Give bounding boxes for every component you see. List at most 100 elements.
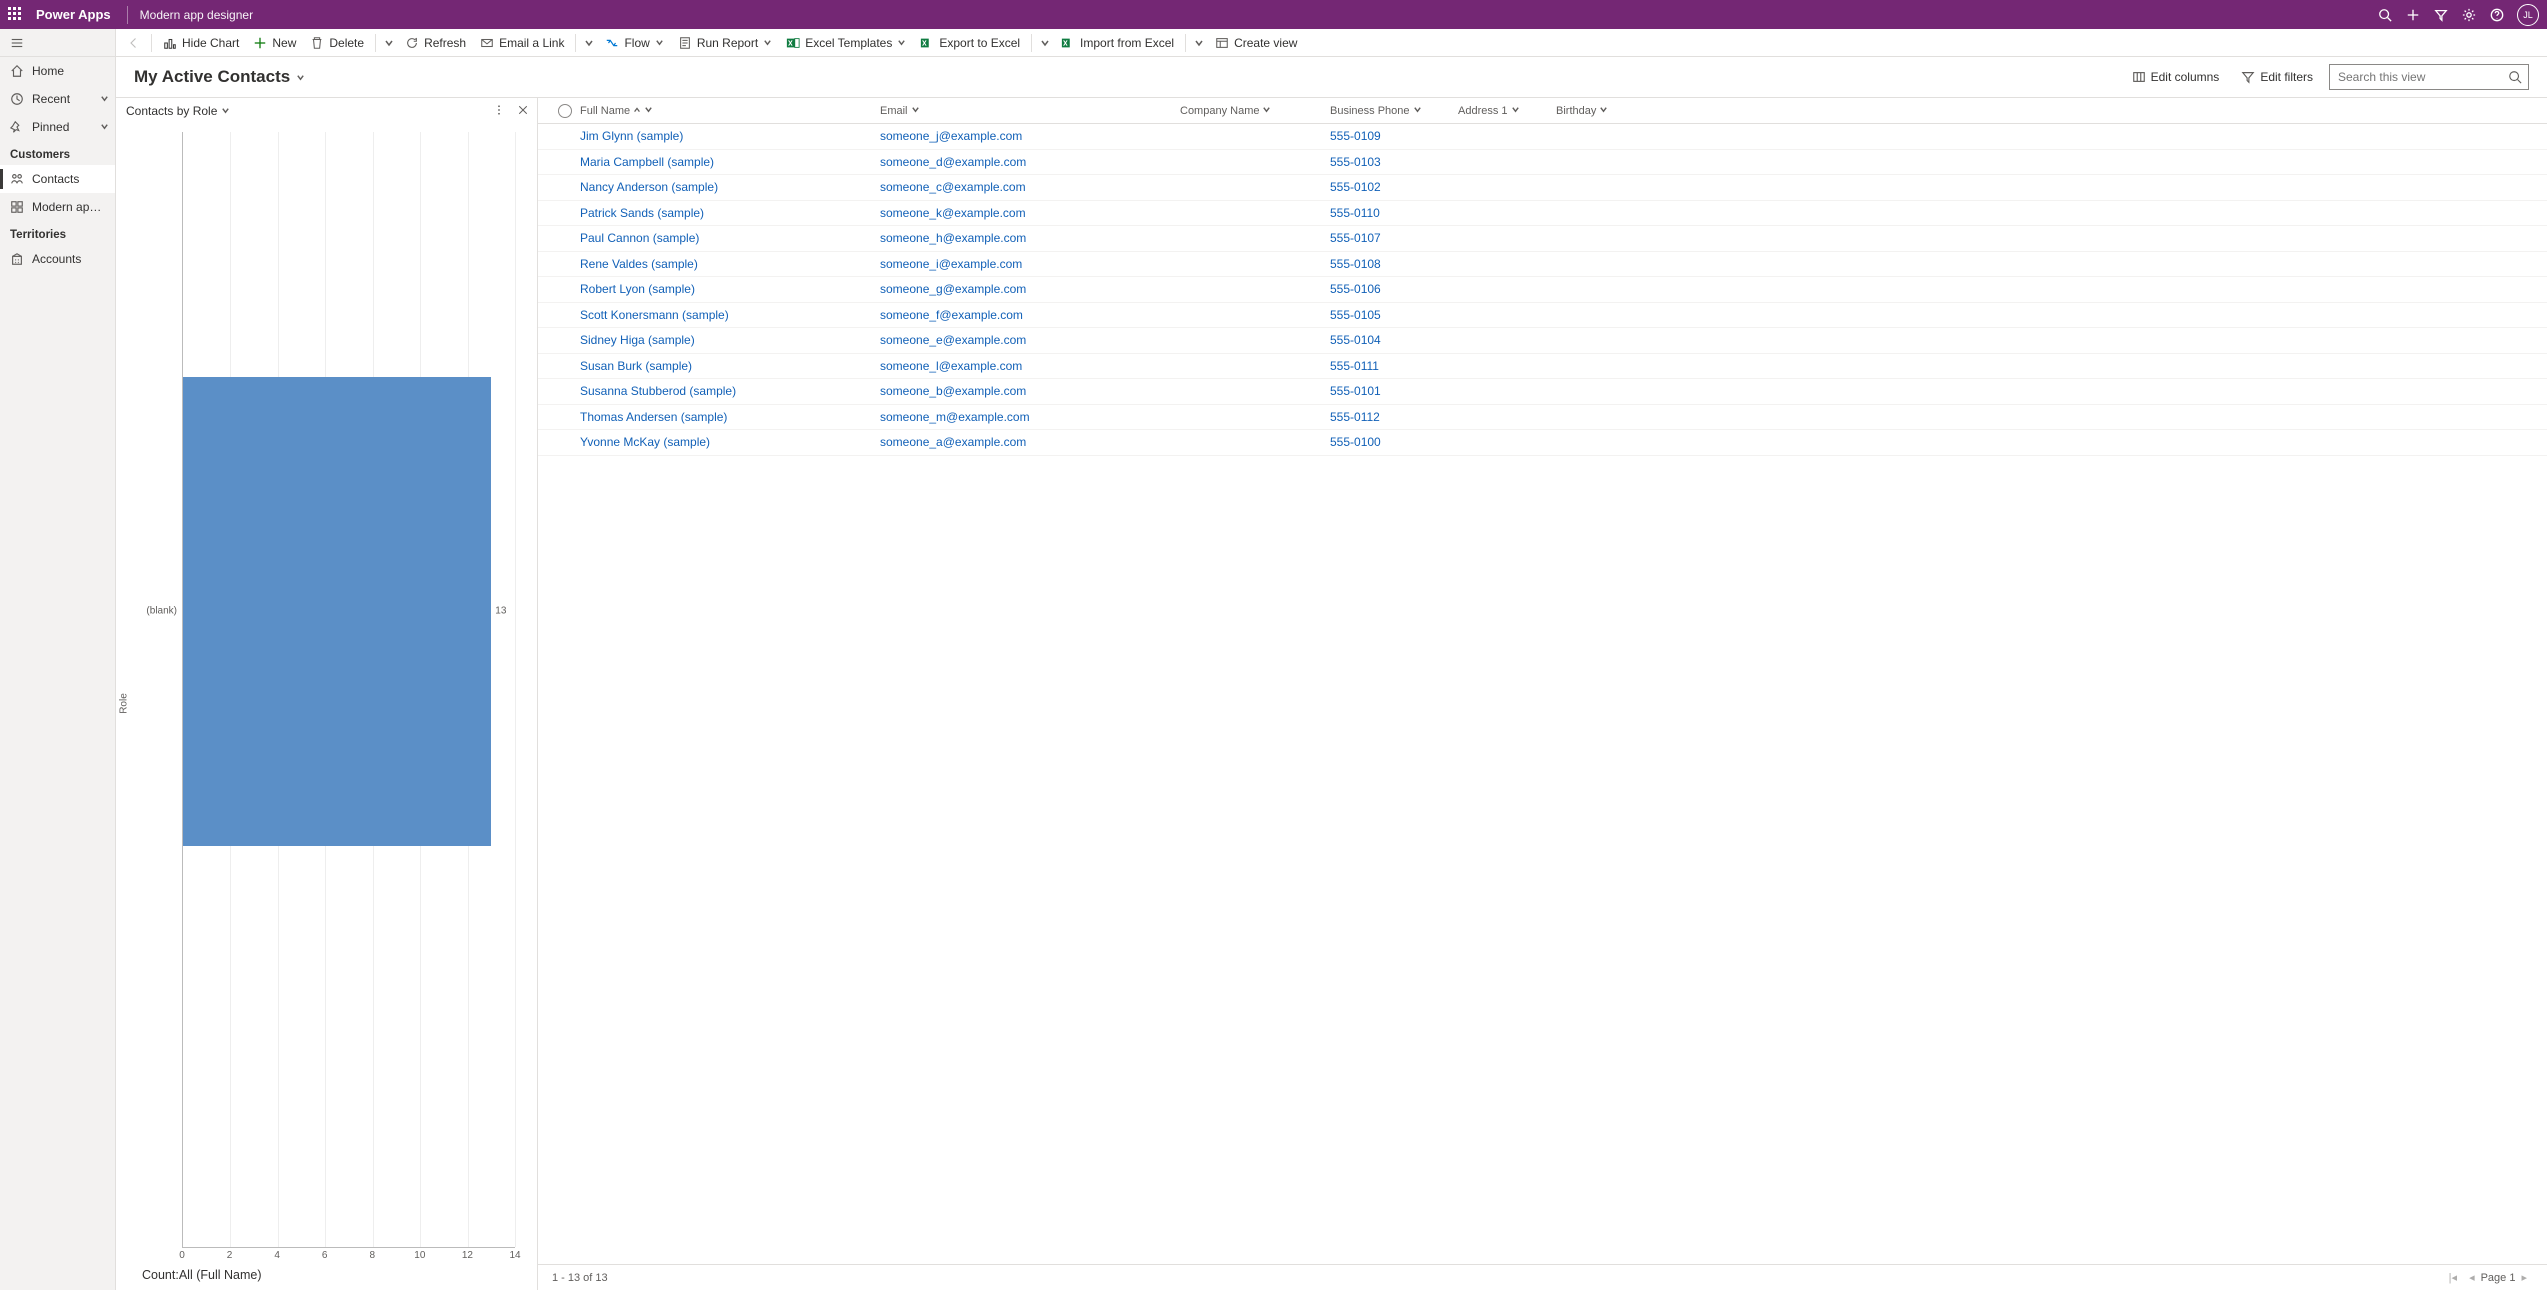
column-header-phone[interactable]: Business Phone	[1330, 105, 1458, 117]
view-title-dropdown[interactable]: My Active Contacts	[134, 67, 305, 87]
cmd-run-report[interactable]: Run Report	[672, 31, 778, 55]
nav-accounts[interactable]: Accounts	[0, 245, 115, 273]
table-row[interactable]: Robert Lyon (sample) someone_g@example.co…	[538, 277, 2547, 303]
column-header-company[interactable]: Company Name	[1180, 105, 1330, 117]
chart-title-dropdown[interactable]: Contacts by Role	[126, 104, 230, 118]
search-icon[interactable]	[2508, 70, 2522, 84]
cell-name[interactable]: Susan Burk (sample)	[580, 359, 692, 373]
select-all[interactable]	[550, 104, 580, 118]
cell-email[interactable]: someone_b@example.com	[880, 384, 1026, 398]
cell-name[interactable]: Jim Glynn (sample)	[580, 129, 683, 143]
cell-phone[interactable]: 555-0100	[1330, 435, 1381, 449]
cmd-delete-dropdown[interactable]	[381, 38, 397, 48]
cell-phone[interactable]: 555-0107	[1330, 231, 1381, 245]
table-row[interactable]: Scott Konersmann (sample) someone_f@examp…	[538, 303, 2547, 329]
cell-email[interactable]: someone_c@example.com	[880, 180, 1026, 194]
table-row[interactable]: Jim Glynn (sample) someone_j@example.com 5…	[538, 124, 2547, 150]
cell-phone[interactable]: 555-0106	[1330, 282, 1381, 296]
chart-more-button[interactable]	[493, 104, 505, 119]
cmd-export-dropdown[interactable]	[1037, 38, 1053, 48]
cmd-email-dropdown[interactable]	[581, 38, 597, 48]
table-row[interactable]: Susanna Stubberod (sample) someone_b@exam…	[538, 379, 2547, 405]
nav-recent[interactable]: Recent	[0, 85, 115, 113]
search-input[interactable]	[2338, 70, 2508, 84]
cell-name[interactable]: Susanna Stubberod (sample)	[580, 384, 736, 398]
cell-name[interactable]: Patrick Sands (sample)	[580, 206, 704, 220]
cell-phone[interactable]: 555-0110	[1330, 206, 1380, 220]
cell-name[interactable]: Paul Cannon (sample)	[580, 231, 699, 245]
column-header-birthday[interactable]: Birthday	[1556, 105, 1646, 117]
edit-filters-button[interactable]: Edit filters	[2235, 66, 2319, 88]
app-launcher-icon[interactable]	[8, 7, 24, 23]
cell-email[interactable]: someone_g@example.com	[880, 282, 1026, 296]
cell-email[interactable]: someone_e@example.com	[880, 333, 1026, 347]
table-row[interactable]: Patrick Sands (sample) someone_k@example.…	[538, 201, 2547, 227]
cell-name[interactable]: Scott Konersmann (sample)	[580, 308, 729, 322]
cell-email[interactable]: someone_m@example.com	[880, 410, 1030, 424]
table-row[interactable]: Nancy Anderson (sample) someone_c@example…	[538, 175, 2547, 201]
table-row[interactable]: Susan Burk (sample) someone_l@example.com…	[538, 354, 2547, 380]
cell-email[interactable]: someone_d@example.com	[880, 155, 1026, 169]
table-row[interactable]: Yvonne McKay (sample) someone_a@example.c…	[538, 430, 2547, 456]
cell-name[interactable]: Maria Campbell (sample)	[580, 155, 714, 169]
cell-name[interactable]: Robert Lyon (sample)	[580, 282, 695, 296]
cmd-refresh[interactable]: Refresh	[399, 31, 472, 55]
cell-name[interactable]: Nancy Anderson (sample)	[580, 180, 718, 194]
next-page-button[interactable]: ▸	[2521, 1271, 2527, 1284]
table-row[interactable]: Thomas Andersen (sample) someone_m@exampl…	[538, 405, 2547, 431]
column-header-address[interactable]: Address 1	[1458, 105, 1556, 117]
nav-collapse-button[interactable]	[0, 29, 115, 57]
cmd-import-excel[interactable]: Import from Excel	[1055, 31, 1180, 55]
cell-email[interactable]: someone_l@example.com	[880, 359, 1022, 373]
cell-phone[interactable]: 555-0109	[1330, 129, 1381, 143]
first-page-button[interactable]: |◂	[2449, 1271, 2457, 1284]
chart-bar[interactable]: (blank)13	[183, 377, 491, 845]
cell-name[interactable]: Thomas Andersen (sample)	[580, 410, 727, 424]
cmd-excel-templates[interactable]: Excel Templates	[780, 31, 912, 55]
cmd-flow[interactable]: Flow	[599, 31, 669, 55]
cell-phone[interactable]: 555-0102	[1330, 180, 1381, 194]
nav-home[interactable]: Home	[0, 57, 115, 85]
filter-icon[interactable]	[2427, 0, 2455, 29]
search-input-wrapper[interactable]	[2329, 64, 2529, 90]
cell-phone[interactable]: 555-0103	[1330, 155, 1381, 169]
cell-email[interactable]: someone_j@example.com	[880, 129, 1022, 143]
cell-phone[interactable]: 555-0104	[1330, 333, 1381, 347]
column-header-email[interactable]: Email	[880, 105, 1180, 117]
chart-close-button[interactable]	[517, 104, 529, 119]
search-icon[interactable]	[2371, 0, 2399, 29]
cell-email[interactable]: someone_k@example.com	[880, 206, 1026, 220]
nav-pinned[interactable]: Pinned	[0, 113, 115, 141]
cell-name[interactable]: Sidney Higa (sample)	[580, 333, 695, 347]
nav-modern-app[interactable]: Modern app designe...	[0, 193, 115, 221]
cmd-email-link[interactable]: Email a Link	[474, 31, 570, 55]
cell-name[interactable]: Yvonne McKay (sample)	[580, 435, 710, 449]
cmd-create-view[interactable]: Create view	[1209, 31, 1303, 55]
user-avatar[interactable]: JL	[2517, 4, 2539, 26]
table-row[interactable]: Paul Cannon (sample) someone_h@example.co…	[538, 226, 2547, 252]
table-row[interactable]: Maria Campbell (sample) someone_d@example…	[538, 150, 2547, 176]
cell-phone[interactable]: 555-0101	[1330, 384, 1381, 398]
cmd-new[interactable]: New	[247, 31, 302, 55]
cell-email[interactable]: someone_h@example.com	[880, 231, 1026, 245]
cell-name[interactable]: Rene Valdes (sample)	[580, 257, 698, 271]
cell-email[interactable]: someone_f@example.com	[880, 308, 1023, 322]
prev-page-button[interactable]: ◂	[2469, 1271, 2475, 1284]
cmd-hide-chart[interactable]: Hide Chart	[157, 31, 245, 55]
table-row[interactable]: Rene Valdes (sample) someone_i@example.co…	[538, 252, 2547, 278]
nav-contacts[interactable]: Contacts	[0, 165, 115, 193]
table-row[interactable]: Sidney Higa (sample) someone_e@example.co…	[538, 328, 2547, 354]
cell-phone[interactable]: 555-0105	[1330, 308, 1381, 322]
column-header-fullname[interactable]: Full Name	[580, 105, 880, 117]
cell-email[interactable]: someone_i@example.com	[880, 257, 1022, 271]
edit-columns-button[interactable]: Edit columns	[2126, 66, 2226, 88]
cmd-delete[interactable]: Delete	[304, 31, 370, 55]
help-icon[interactable]	[2483, 0, 2511, 29]
cell-phone[interactable]: 555-0111	[1330, 359, 1379, 373]
cmd-import-dropdown[interactable]	[1191, 38, 1207, 48]
cell-phone[interactable]: 555-0112	[1330, 410, 1380, 424]
cell-phone[interactable]: 555-0108	[1330, 257, 1381, 271]
cell-email[interactable]: someone_a@example.com	[880, 435, 1026, 449]
back-button[interactable]	[122, 37, 146, 49]
cmd-export-excel[interactable]: Export to Excel	[914, 31, 1026, 55]
